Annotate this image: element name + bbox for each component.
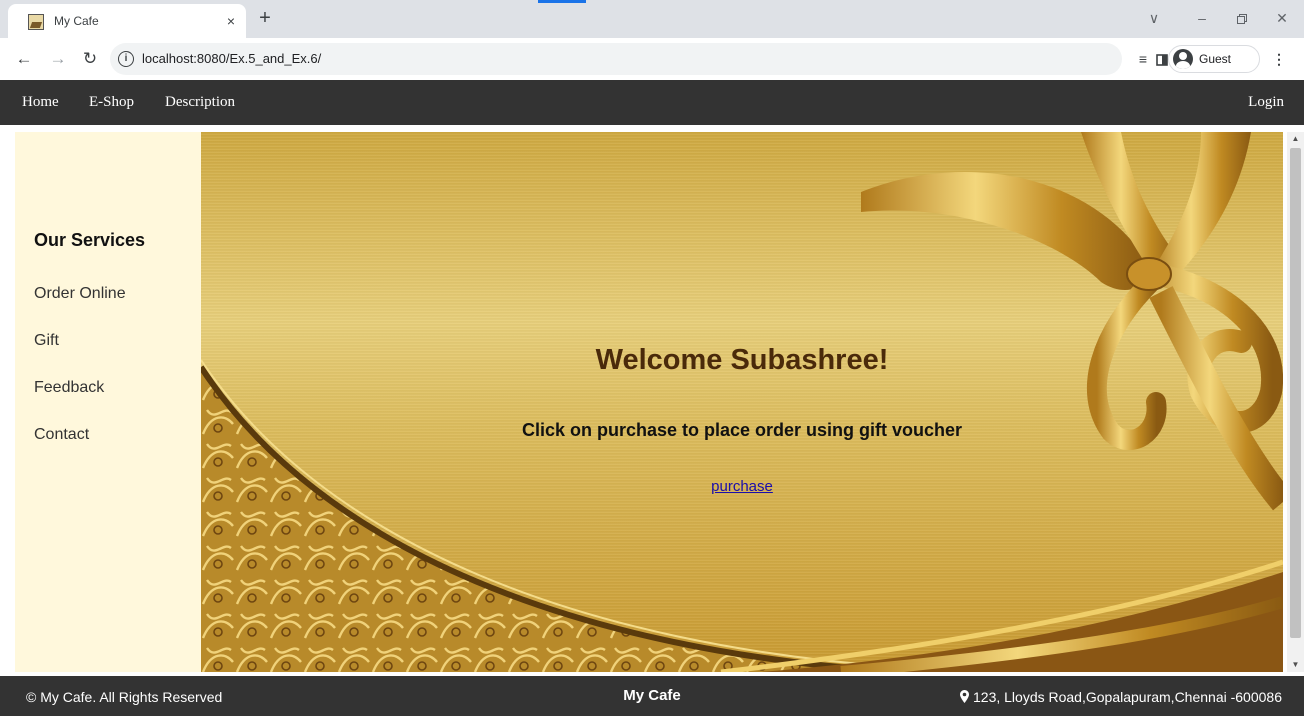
address-bar[interactable]: i localhost:8080/Ex.5_and_Ex.6/ <box>110 43 1122 75</box>
new-tab-button[interactable]: + <box>254 8 276 30</box>
restore-icon[interactable] <box>1230 6 1254 30</box>
footer-copyright: © My Cafe. All Rights Reserved <box>26 689 223 705</box>
purchase-instruction: Click on purchase to place order using g… <box>521 420 963 440</box>
map-pin-icon <box>960 690 969 703</box>
side-panel-icon[interactable] <box>1156 49 1168 69</box>
nav-login-link[interactable]: Login <box>1248 94 1284 111</box>
sidebar-item-contact[interactable]: Contact <box>34 426 89 444</box>
purchase-link-wrap: purchase <box>201 478 1283 495</box>
nav-description-link[interactable]: Description <box>165 94 235 111</box>
kebab-menu-icon[interactable]: ⋮ <box>1272 49 1286 69</box>
back-arrow-icon[interactable]: ← <box>14 49 34 69</box>
favicon-icon <box>28 14 44 30</box>
tab-close-icon[interactable]: × <box>222 12 240 30</box>
scroll-down-icon[interactable]: ▼ <box>1287 658 1304 672</box>
gift-banner: Welcome Subashree! Click on purchase to … <box>201 132 1283 672</box>
nav-home-link[interactable]: Home <box>22 94 59 111</box>
browser-toolbar: ← → ↻ i localhost:8080/Ex.5_and_Ex.6/ ≡ … <box>0 38 1304 80</box>
scroll-thumb[interactable] <box>1290 148 1301 638</box>
browser-tab[interactable]: My Cafe × <box>8 4 246 38</box>
reading-list-icon[interactable]: ≡ <box>1134 49 1152 69</box>
tab-title: My Cafe <box>54 14 99 28</box>
services-heading: Our Services <box>34 230 146 250</box>
page-scrollbar[interactable]: ▲ ▼ <box>1287 132 1304 672</box>
page-content: Our Services Order Online Gift Feedback … <box>0 125 1304 676</box>
footer-address: 123, Lloyds Road,Gopalapuram,Chennai -60… <box>973 689 1282 705</box>
nav-eshop-link[interactable]: E-Shop <box>89 94 134 111</box>
forward-arrow-icon[interactable]: → <box>48 49 68 69</box>
gold-ribbon-decoration <box>201 132 1283 672</box>
services-sidebar: Our Services Order Online Gift Feedback … <box>15 132 201 672</box>
tab-strip-accent <box>538 0 586 3</box>
info-icon[interactable]: i <box>118 51 134 67</box>
minimize-icon[interactable]: – <box>1190 6 1214 30</box>
sidebar-item-order-online[interactable]: Order Online <box>34 285 126 303</box>
reload-icon[interactable]: ↻ <box>80 49 100 69</box>
welcome-title: Welcome Subashree! <box>595 344 889 376</box>
browser-tab-strip: My Cafe × + ∨ – ✕ <box>0 0 1304 38</box>
sidebar-item-gift[interactable]: Gift <box>34 332 59 350</box>
site-navbar: Home E-Shop Description Login <box>0 80 1304 125</box>
close-window-icon[interactable]: ✕ <box>1270 6 1294 30</box>
profile-label: Guest <box>1199 52 1232 66</box>
profile-icon <box>1173 49 1193 69</box>
profile-button[interactable]: Guest <box>1168 45 1260 73</box>
url-text[interactable]: localhost:8080/Ex.5_and_Ex.6/ <box>142 51 321 66</box>
purchase-link[interactable]: purchase <box>711 478 773 495</box>
footer-address-wrap: 123, Lloyds Road,Gopalapuram,Chennai -60… <box>960 689 1282 705</box>
scroll-up-icon[interactable]: ▲ <box>1287 132 1304 146</box>
tab-search-icon[interactable]: ∨ <box>1142 6 1166 30</box>
sidebar-item-feedback[interactable]: Feedback <box>34 379 104 397</box>
site-footer: © My Cafe. All Rights Reserved My Cafe 1… <box>0 676 1304 716</box>
